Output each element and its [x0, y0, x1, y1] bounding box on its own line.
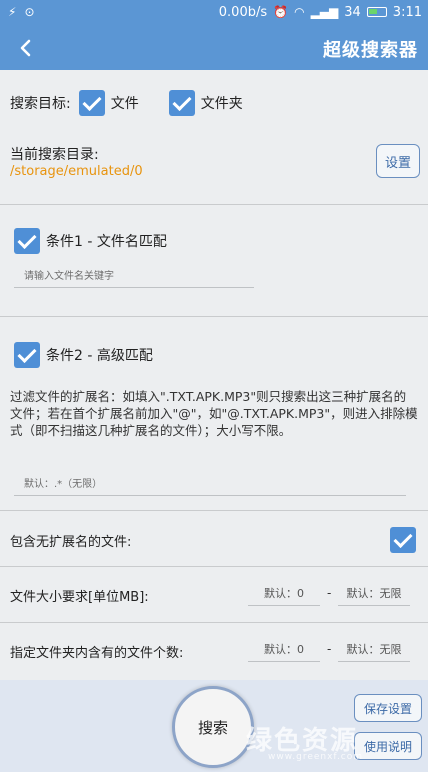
size-max-input[interactable] — [338, 582, 410, 606]
count-separator: - — [327, 642, 332, 656]
watermark-url: www.greenxf.com — [268, 752, 364, 762]
notification-icon: ⚡ — [8, 5, 17, 19]
condition1-checkbox[interactable] — [14, 228, 40, 254]
extension-filter-input[interactable] — [14, 474, 406, 496]
help-button[interactable]: 使用说明 — [354, 732, 422, 760]
battery-icon — [366, 7, 387, 17]
divider — [0, 622, 428, 623]
filename-keyword-input[interactable] — [14, 266, 254, 288]
condition2-row[interactable]: 条件2 - 高级匹配 — [14, 342, 153, 368]
search-button[interactable]: 搜索 — [172, 686, 254, 768]
clock: 3:11 — [392, 4, 422, 20]
divider — [0, 510, 428, 511]
page-title: 超级搜索器 — [323, 40, 418, 61]
bottom-bar: 搜索 保存设置 使用说明 绿色资源 www.greenxf.com — [0, 680, 428, 772]
size-separator: - — [327, 586, 332, 600]
target-option-file[interactable]: 文件 — [78, 90, 147, 116]
sync-icon: ⊙ — [24, 5, 35, 19]
folder-option-label: 文件夹 — [200, 96, 243, 112]
condition2-description: 过滤文件的扩展名：如填入".TXT.APK.MP3"则只搜索出这三种扩展名的文件… — [10, 389, 418, 438]
directory-path: /storage/emulated/0 — [10, 164, 143, 179]
status-bar: ⚡ ⊙ 0.00b/s ⏰ ◠ ▂▄▆ 34 3:11 — [0, 0, 428, 26]
size-requirement-label: 文件大小要求[单位MB]: — [10, 590, 149, 605]
file-checkbox[interactable] — [78, 90, 105, 116]
file-count-label: 指定文件夹内含有的文件个数: — [10, 646, 184, 661]
back-arrow-icon[interactable] — [12, 34, 40, 62]
signal-value: 34 — [344, 4, 361, 20]
search-target-row: 搜索目标: 文件 文件夹 — [0, 88, 428, 118]
alarm-icon: ⏰ — [273, 5, 289, 19]
directory-label: 当前搜索目录: — [10, 147, 99, 163]
no-extension-checkbox[interactable] — [390, 527, 416, 553]
net-speed: 0.00b/s — [218, 4, 268, 20]
set-directory-button[interactable]: 设置 — [376, 144, 420, 178]
divider — [0, 204, 428, 205]
divider — [0, 316, 428, 317]
divider — [0, 566, 428, 567]
file-option-label: 文件 — [110, 96, 139, 112]
size-min-input[interactable] — [248, 582, 320, 606]
signal-icon: ▂▄▆ — [310, 5, 339, 19]
target-option-folder[interactable]: 文件夹 — [168, 90, 251, 116]
save-settings-button[interactable]: 保存设置 — [354, 694, 422, 722]
app-bar: 超级搜索器 — [0, 26, 428, 70]
condition2-label: 条件2 - 高级匹配 — [46, 348, 153, 364]
folder-checkbox[interactable] — [168, 90, 195, 116]
count-min-input[interactable] — [248, 638, 320, 662]
condition2-checkbox[interactable] — [14, 342, 40, 368]
main-content: 搜索目标: 文件 文件夹 当前搜索目录: /storage/emulated/0… — [0, 70, 428, 680]
no-extension-label: 包含无扩展名的文件: — [10, 535, 132, 550]
wifi-icon: ◠ — [294, 5, 305, 19]
count-max-input[interactable] — [338, 638, 410, 662]
condition1-row[interactable]: 条件1 - 文件名匹配 — [14, 228, 167, 254]
condition1-label: 条件1 - 文件名匹配 — [46, 234, 167, 250]
search-target-label: 搜索目标: — [10, 96, 71, 112]
